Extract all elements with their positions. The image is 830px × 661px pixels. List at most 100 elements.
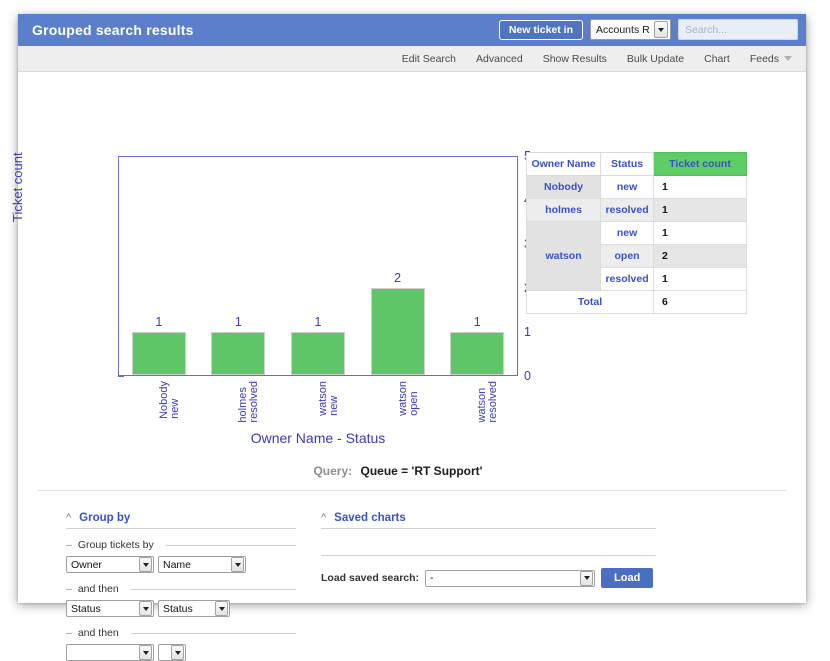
group-by-field-select-2[interactable]: Status: [66, 600, 154, 617]
group-by-fieldset-2: – and then Status Status: [66, 583, 296, 617]
cell-owner-name: Nobody: [525, 175, 602, 199]
nav-item-advanced[interactable]: Advanced: [476, 53, 523, 65]
table-row[interactable]: Nobody new 1: [525, 175, 747, 199]
select-value: Owner: [71, 558, 102, 571]
chevron-up-icon[interactable]: ^: [321, 513, 326, 524]
legend-rule: [130, 588, 296, 590]
chevron-up-icon[interactable]: ^: [66, 513, 71, 524]
bar-item[interactable]: 2: [358, 157, 438, 375]
chart-y-axis-label: Ticket count: [10, 152, 25, 222]
bar-value-label: 2: [394, 271, 402, 285]
fieldset-legend: – and then: [66, 627, 296, 639]
legend-rule: [130, 632, 296, 634]
query-summary: Query: Queue = 'RT Support': [18, 464, 778, 478]
main-content: Ticket count 5 4 3 2 1 0 1: [10, 72, 806, 661]
fieldset-controls: [66, 644, 296, 661]
saved-charts-panel-header[interactable]: ^ Saved charts: [321, 512, 656, 529]
bar[interactable]: [131, 332, 186, 375]
nav-item-feeds-label[interactable]: Feeds: [750, 53, 779, 65]
saved-search-select[interactable]: -: [425, 569, 596, 587]
group-by-subfield-select-2[interactable]: Status: [158, 600, 230, 617]
table-row[interactable]: watson new 1: [525, 221, 747, 291]
chevron-down-icon: [215, 601, 228, 616]
queue-select[interactable]: Accounts R: [590, 19, 671, 40]
nav-item-bulk-update[interactable]: Bulk Update: [627, 53, 684, 65]
cell-ticket-count: 1: [653, 175, 747, 199]
bar-chart: Ticket count 5 4 3 2 1 0 1: [10, 72, 538, 446]
bar-item[interactable]: 1: [119, 157, 199, 375]
saved-charts-title: Saved charts: [334, 512, 406, 524]
minus-icon[interactable]: –: [66, 583, 72, 595]
group-by-panel-header[interactable]: ^ Group by: [66, 512, 296, 529]
chevron-down-icon: [231, 557, 244, 572]
bar-value-label: 1: [473, 315, 481, 329]
group-by-field-select-3[interactable]: [66, 644, 154, 661]
chart-x-axis-label: Owner Name - Status: [250, 430, 386, 446]
nav-item-feeds[interactable]: Feeds: [750, 53, 792, 65]
queue-select-value: Accounts R: [596, 23, 650, 36]
saved-charts-divider: [321, 555, 656, 556]
select-value: Name: [163, 558, 192, 571]
cell-status: resolved: [600, 198, 654, 222]
fieldset-legend: – and then: [66, 583, 296, 595]
chevron-down-icon: [784, 56, 792, 61]
load-button[interactable]: Load: [601, 568, 654, 588]
minus-icon[interactable]: –: [66, 539, 72, 551]
cell-ticket-count: 2: [653, 244, 747, 268]
nav-item-chart[interactable]: Chart: [704, 53, 730, 65]
title-bar-actions: New ticket in Accounts R Search...: [498, 19, 798, 40]
table-row[interactable]: holmes resolved 1: [525, 198, 747, 222]
bar-item[interactable]: 1: [437, 157, 517, 375]
table-total-row: Total 6: [526, 290, 747, 314]
total-label: Total: [526, 290, 654, 314]
column-header-ticket-count[interactable]: Ticket count: [653, 152, 747, 176]
group-by-subfield-select-1[interactable]: Name: [158, 556, 246, 573]
minus-icon[interactable]: –: [66, 627, 72, 639]
group-by-fieldset-3: – and then: [66, 627, 296, 661]
chevron-down-icon: [171, 645, 184, 660]
section-divider: [38, 490, 786, 491]
fieldset-legend-label: Group tickets by: [77, 539, 154, 551]
application-window: Grouped search results New ticket in Acc…: [10, 14, 806, 661]
cell-owner-name: watson: [525, 221, 602, 291]
fieldset-legend-label: and then: [77, 583, 119, 595]
cell-status: new: [600, 221, 654, 245]
nav-item-show-results[interactable]: Show Results: [543, 53, 607, 65]
cell-status: resolved: [600, 267, 654, 291]
fieldset-controls: Owner Name: [66, 556, 296, 573]
query-value: Queue = 'RT Support': [360, 464, 483, 478]
column-header-owner-name[interactable]: Owner Name: [525, 152, 602, 176]
total-ticket-count: 6: [653, 290, 747, 314]
nav-item-edit-search[interactable]: Edit Search: [402, 53, 456, 65]
fieldset-controls: Status Status: [66, 600, 296, 617]
cell-status: open: [600, 244, 654, 268]
bar-item[interactable]: 1: [199, 157, 279, 375]
group-by-field-select-1[interactable]: Owner: [66, 556, 154, 573]
cell-ticket-count: 1: [653, 221, 747, 245]
bar-series: 1 1 1 2 1: [119, 157, 517, 375]
load-saved-search-label: Load saved search:: [321, 572, 420, 584]
group-by-subfield-select-3[interactable]: [158, 644, 186, 661]
search-placeholder: Search...: [685, 23, 728, 36]
chevron-down-icon: [580, 570, 594, 586]
bar[interactable]: [290, 332, 345, 375]
bar[interactable]: [450, 332, 505, 375]
axis-tick: [118, 376, 124, 377]
fieldset-legend: – Group tickets by: [66, 539, 296, 551]
chevron-down-icon: [139, 645, 152, 660]
new-ticket-button[interactable]: New ticket in: [498, 19, 583, 40]
title-bar: Grouped search results New ticket in Acc…: [18, 14, 806, 46]
legend-rule: [165, 544, 296, 546]
group-by-title: Group by: [79, 512, 131, 524]
chevron-down-icon: [139, 557, 152, 572]
results-table: Owner Name Status Ticket count Nobody ne…: [525, 152, 747, 314]
search-input[interactable]: Search...: [678, 19, 798, 40]
column-header-status[interactable]: Status: [600, 152, 654, 176]
cell-owner-name: holmes: [525, 198, 602, 222]
bar-item[interactable]: 1: [278, 157, 358, 375]
query-label: Query:: [313, 464, 353, 478]
fieldset-legend-label: and then: [77, 627, 119, 639]
bar[interactable]: [370, 288, 425, 375]
load-saved-search-row: Load saved search: - Load: [321, 568, 656, 588]
bar[interactable]: [211, 332, 266, 375]
